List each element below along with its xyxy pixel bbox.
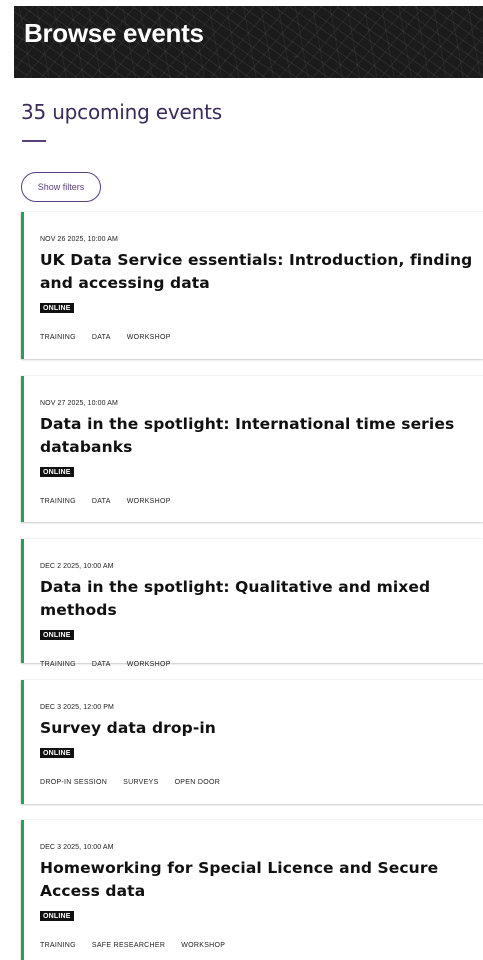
event-card[interactable]: DEC 2 2025, 10:00 AM Data in the spotlig… (21, 539, 483, 668)
event-tag: TRAINING (40, 498, 76, 505)
event-date: NOV 26 2025, 10:00 AM (40, 236, 118, 243)
online-badge: ONLINE (40, 748, 74, 758)
event-date: DEC 3 2025, 10:00 AM (40, 844, 114, 851)
event-tag: TRAINING (40, 942, 76, 949)
event-tags: TRAINING DATA WORKSHOP (40, 661, 473, 668)
event-title-link[interactable]: Data in the spotlight: Qualitative and m… (40, 576, 473, 622)
online-badge: ONLINE (40, 630, 74, 640)
event-tag: WORKSHOP (126, 498, 171, 505)
event-tag: SAFE RESEARCHER (91, 942, 166, 949)
event-tag: WORKSHOP (126, 334, 171, 341)
page-title: Browse events (24, 18, 204, 48)
event-tag: DATA (91, 661, 111, 668)
event-title-link[interactable]: Survey data drop-in (40, 717, 473, 740)
online-badge: ONLINE (40, 303, 74, 313)
event-tag: DATA (91, 334, 111, 341)
page-hero-banner: Browse events (14, 6, 483, 78)
event-tag: TRAINING (40, 661, 76, 668)
event-card[interactable]: DEC 3 2025, 10:00 AM Homeworking for Spe… (21, 820, 483, 960)
show-filters-button[interactable]: Show filters (21, 172, 101, 202)
event-tag: TRAINING (40, 334, 76, 341)
event-date: NOV 27 2025, 10:00 AM (40, 400, 118, 407)
event-tag: OPEN DOOR (174, 779, 221, 786)
event-card[interactable]: DEC 3 2025, 12:00 PM Survey data drop-in… (21, 680, 483, 804)
event-card[interactable]: NOV 26 2025, 10:00 AM UK Data Service es… (21, 212, 483, 359)
event-tag: SURVEYS (123, 779, 159, 786)
event-tags: TRAINING DATA WORKSHOP (40, 498, 473, 505)
event-tags: TRAINING DATA WORKSHOP (40, 334, 473, 341)
event-tags: DROP-IN SESSION SURVEYS OPEN DOOR (40, 779, 473, 786)
event-tags: TRAINING SAFE RESEARCHER WORKSHOP (40, 942, 473, 949)
event-tag: DROP-IN SESSION (40, 779, 108, 786)
online-badge: ONLINE (40, 467, 74, 477)
online-badge: ONLINE (40, 911, 74, 921)
event-date: DEC 3 2025, 12:00 PM (40, 704, 114, 711)
count-divider (22, 140, 46, 142)
event-date: DEC 2 2025, 10:00 AM (40, 563, 114, 570)
event-title-link[interactable]: UK Data Service essentials: Introduction… (40, 249, 473, 295)
event-count: 35 upcoming events (21, 100, 222, 124)
event-tag: WORKSHOP (181, 942, 226, 949)
event-title-link[interactable]: Homeworking for Special Licence and Secu… (40, 857, 473, 903)
event-card[interactable]: NOV 27 2025, 10:00 AM Data in the spotli… (21, 376, 483, 522)
event-title-link[interactable]: Data in the spotlight: International tim… (40, 413, 473, 459)
event-tag: DATA (91, 498, 111, 505)
event-tag: WORKSHOP (126, 661, 171, 668)
